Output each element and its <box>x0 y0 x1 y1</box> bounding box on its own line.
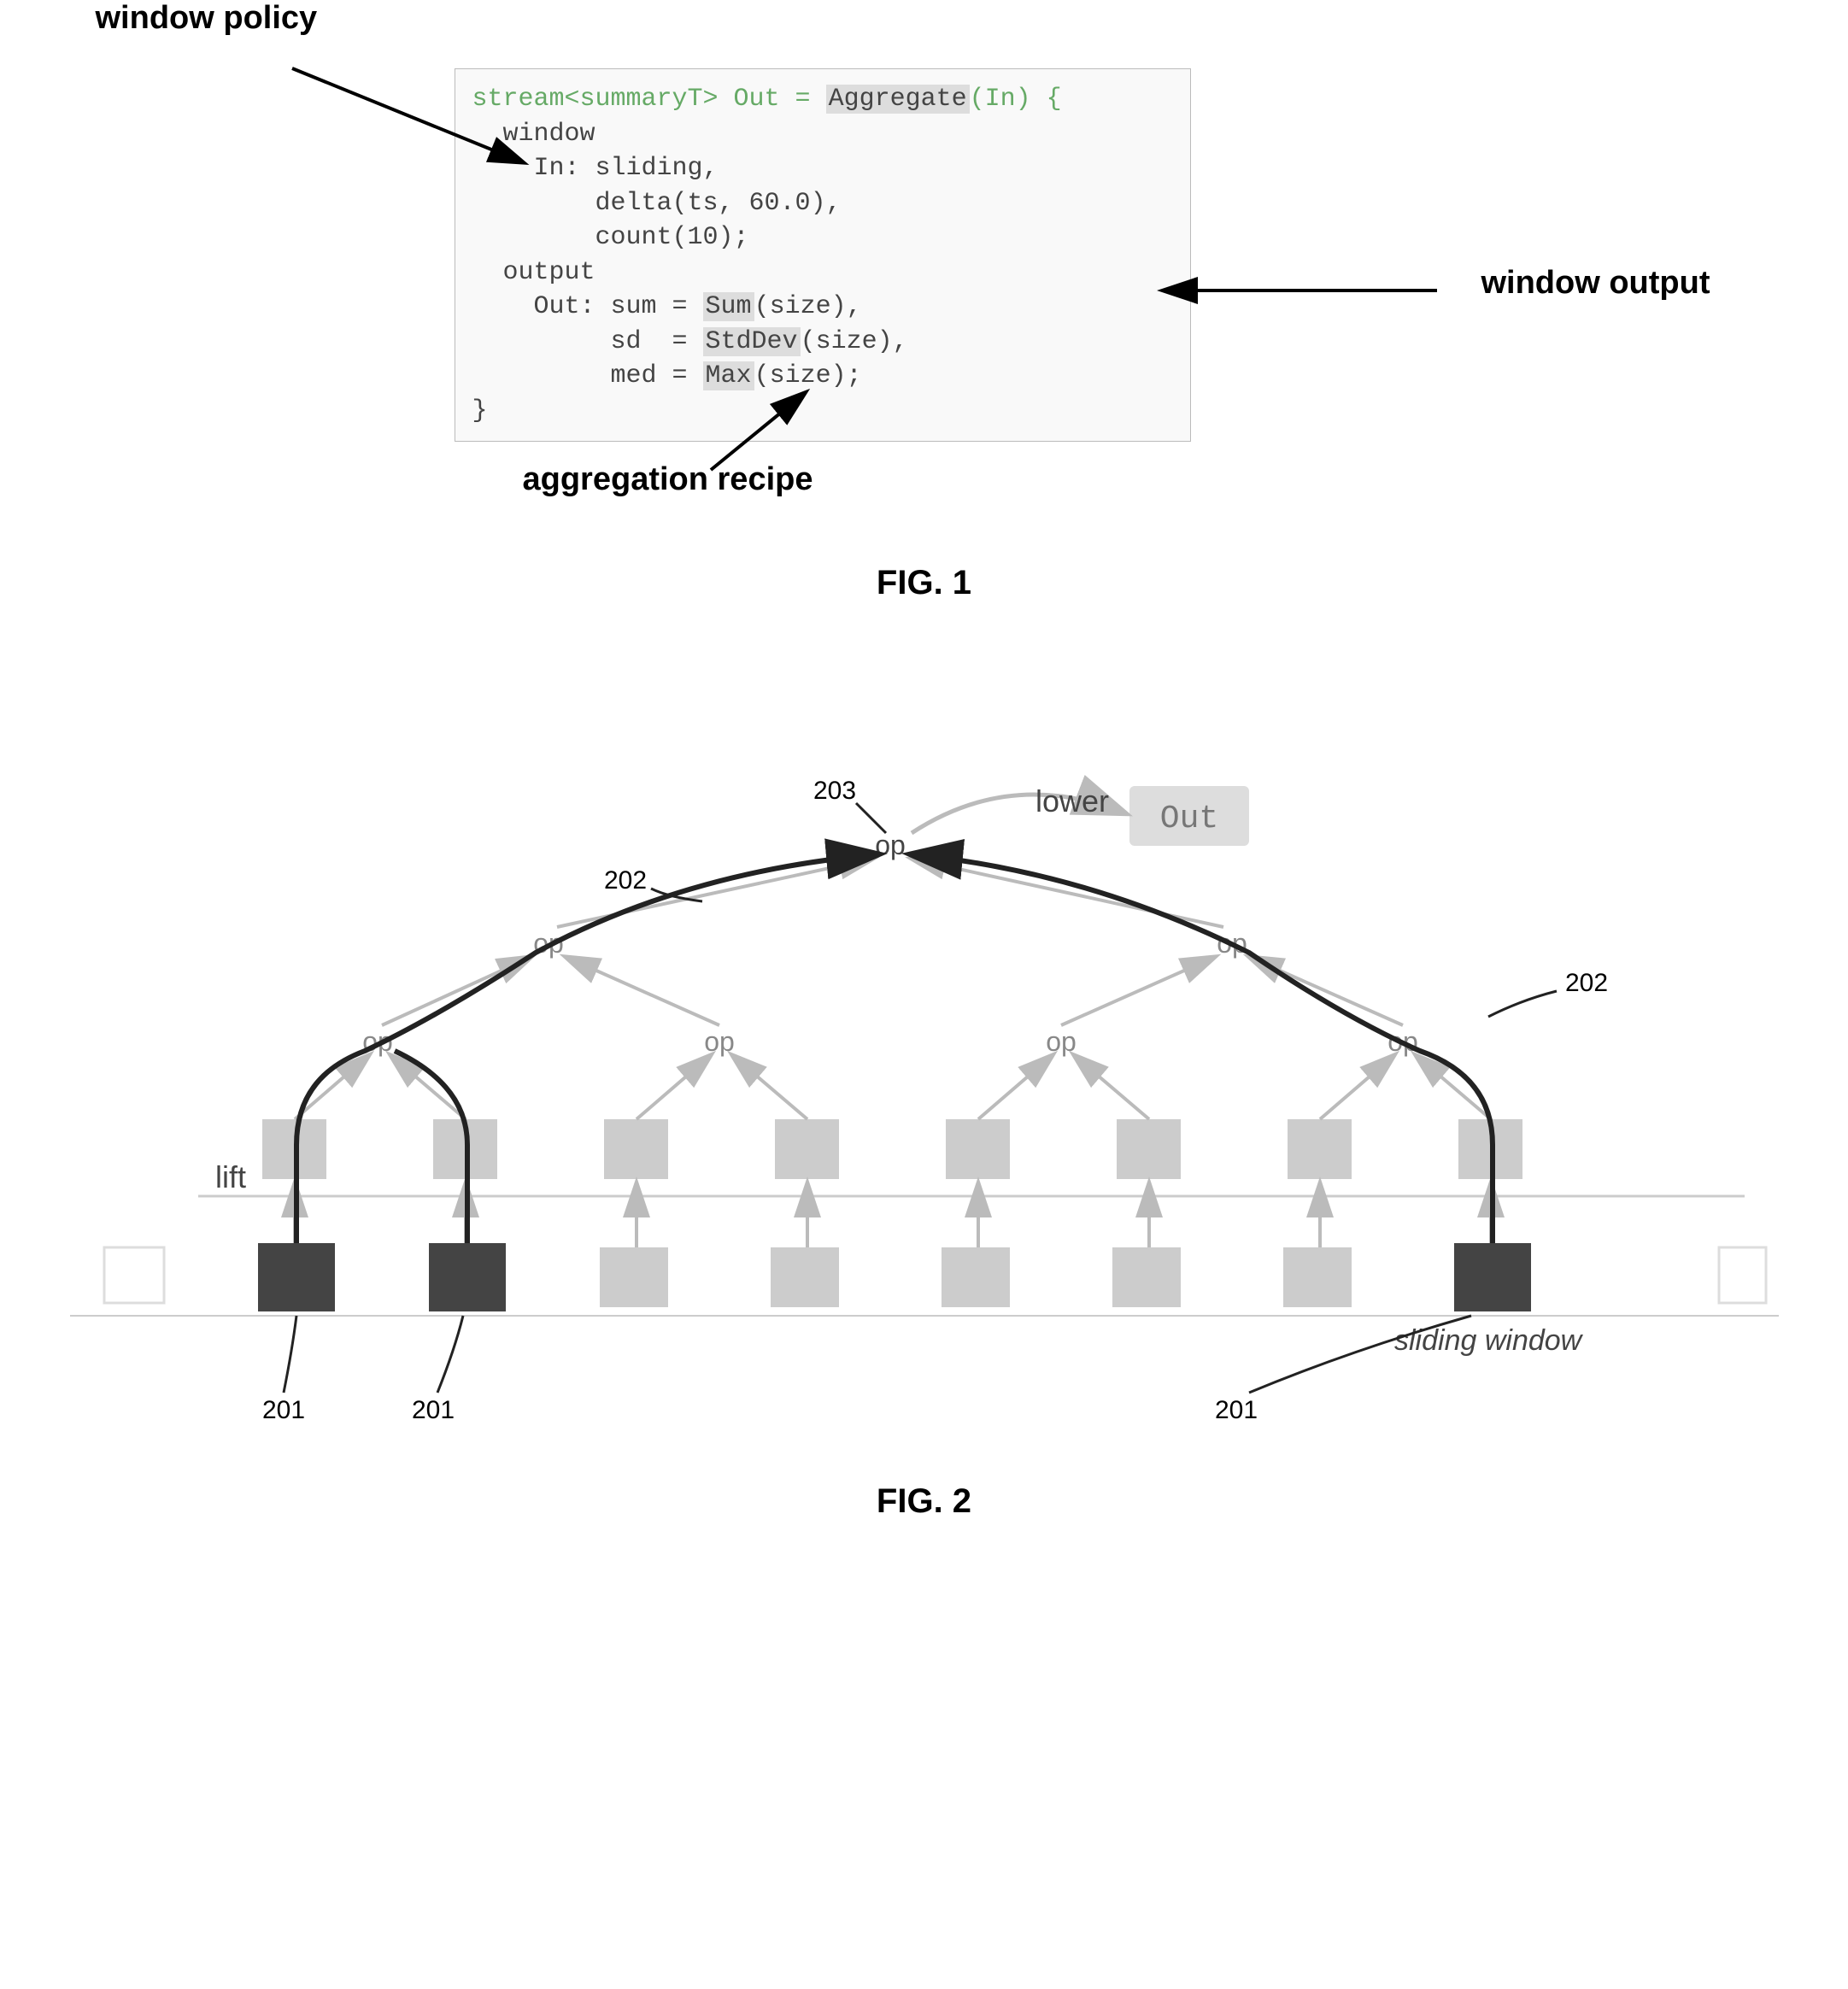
label-window-output: window output <box>1481 265 1710 302</box>
figure-1: window policy window output aggregation … <box>70 34 1779 632</box>
data-box-window-light <box>1112 1247 1181 1307</box>
label-lower: lower <box>1035 783 1109 818</box>
lifted-box <box>946 1119 1010 1179</box>
op-node-top: op <box>875 830 906 860</box>
label-aggregation-recipe: aggregation recipe <box>523 461 813 498</box>
figure-2: Out op op op op op op op <box>70 735 1779 1504</box>
svg-text:Out: Out <box>1159 801 1217 837</box>
fig2-diagram: Out op op op op op op op <box>70 735 1779 1461</box>
data-box-outside <box>1719 1247 1766 1303</box>
op-node-label: op <box>704 1026 735 1057</box>
label-window-policy: window policy <box>96 0 318 37</box>
data-box-window-light <box>600 1247 668 1307</box>
data-box-window-dark <box>258 1243 335 1311</box>
lifted-box <box>604 1119 668 1179</box>
data-box-window-dark <box>429 1243 506 1311</box>
ref-201: 201 <box>412 1396 455 1424</box>
data-box-window-dark <box>1454 1243 1531 1311</box>
ref-202: 202 <box>1565 969 1608 997</box>
ref-201: 201 <box>262 1396 305 1424</box>
lifted-box <box>775 1119 839 1179</box>
fig1-caption: FIG. 1 <box>70 564 1779 602</box>
data-box-window-light <box>771 1247 839 1307</box>
fig2-caption: FIG. 2 <box>70 1482 1779 1521</box>
ref-203: 203 <box>813 777 856 805</box>
ref-202: 202 <box>604 866 647 895</box>
label-lift: lift <box>215 1159 246 1194</box>
op-node-label: op <box>1046 1026 1077 1057</box>
data-box-window-light <box>942 1247 1010 1307</box>
ref-201: 201 <box>1215 1396 1258 1424</box>
lifted-box <box>1288 1119 1352 1179</box>
code-block: stream<summaryT> Out = Aggregate(In) { w… <box>455 68 1191 442</box>
lifted-box <box>1117 1119 1181 1179</box>
data-box-window-light <box>1283 1247 1352 1307</box>
data-box-outside <box>104 1247 164 1303</box>
